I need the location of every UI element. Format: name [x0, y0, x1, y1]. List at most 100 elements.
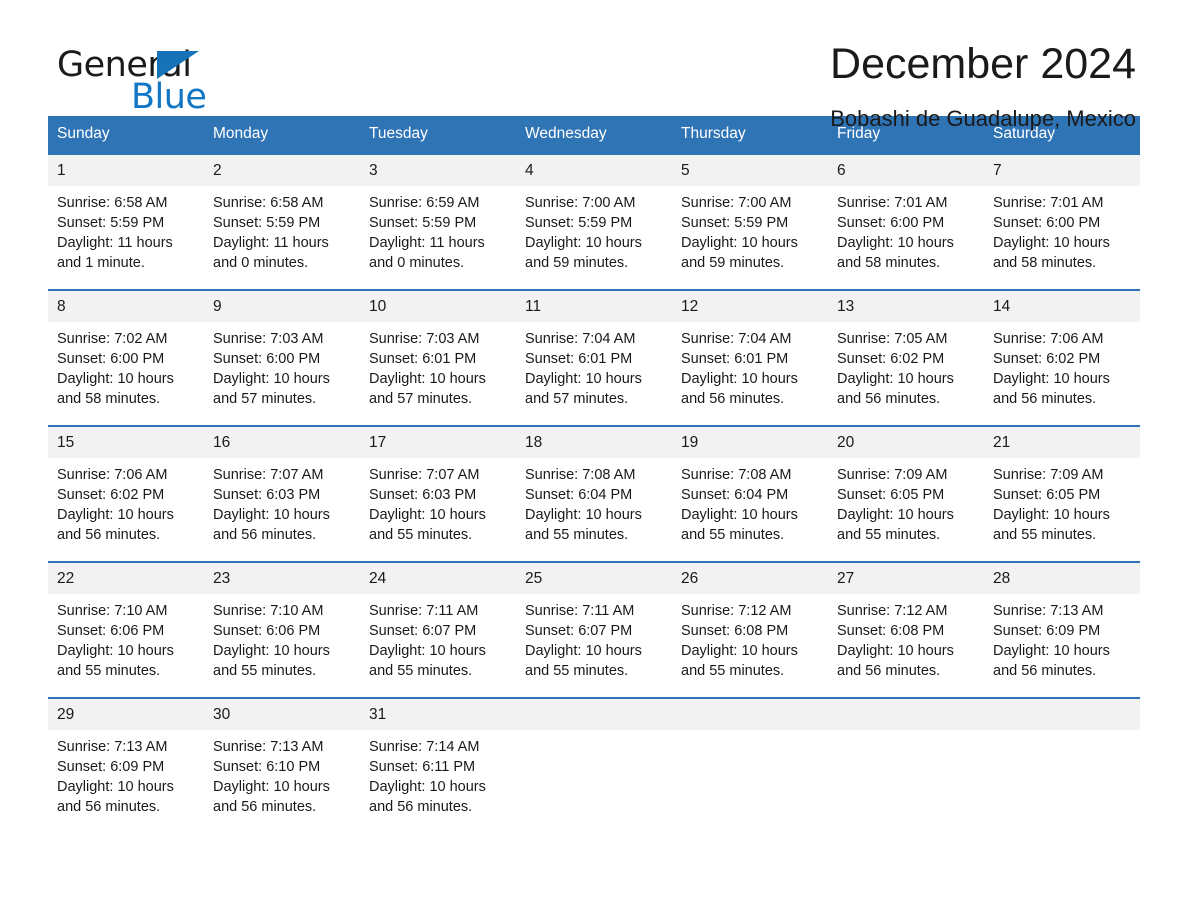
day-cell[interactable]: Sunrise: 7:08 AM Sunset: 6:04 PM Dayligh… [516, 458, 672, 561]
day-cell[interactable]: Sunrise: 7:14 AM Sunset: 6:11 PM Dayligh… [360, 730, 516, 833]
day-detail-text: Sunrise: 7:08 AM Sunset: 6:04 PM Dayligh… [525, 467, 642, 543]
day-number[interactable]: 21 [984, 427, 1140, 458]
day-cell[interactable]: Sunrise: 7:00 AM Sunset: 5:59 PM Dayligh… [516, 186, 672, 289]
calendar-page: General Blue December 2024 Bobashi de Gu… [0, 0, 1188, 918]
day-number[interactable]: 1 [48, 155, 204, 186]
day-cell[interactable]: Sunrise: 7:04 AM Sunset: 6:01 PM Dayligh… [516, 322, 672, 425]
day-number[interactable]: 6 [828, 155, 984, 186]
week-row: 1 2 3 4 5 6 7 Sunrise: 6:58 AM Sunset: 5… [48, 153, 1140, 289]
day-cell[interactable]: Sunrise: 7:07 AM Sunset: 6:03 PM Dayligh… [204, 458, 360, 561]
week-detail-row: Sunrise: 7:13 AM Sunset: 6:09 PM Dayligh… [48, 730, 1140, 833]
day-detail-text: Sunrise: 6:58 AM Sunset: 5:59 PM Dayligh… [57, 195, 173, 271]
day-cell[interactable]: Sunrise: 7:07 AM Sunset: 6:03 PM Dayligh… [360, 458, 516, 561]
day-cell[interactable]: Sunrise: 7:04 AM Sunset: 6:01 PM Dayligh… [672, 322, 828, 425]
week-detail-row: Sunrise: 6:58 AM Sunset: 5:59 PM Dayligh… [48, 186, 1140, 289]
day-cell[interactable]: Sunrise: 7:12 AM Sunset: 6:08 PM Dayligh… [672, 594, 828, 697]
day-cell[interactable]: Sunrise: 7:11 AM Sunset: 6:07 PM Dayligh… [516, 594, 672, 697]
day-cell[interactable]: Sunrise: 7:05 AM Sunset: 6:02 PM Dayligh… [828, 322, 984, 425]
day-detail-text: Sunrise: 7:02 AM Sunset: 6:00 PM Dayligh… [57, 331, 174, 407]
day-number[interactable]: 12 [672, 291, 828, 322]
day-number[interactable]: 9 [204, 291, 360, 322]
day-detail-text: Sunrise: 7:13 AM Sunset: 6:09 PM Dayligh… [993, 603, 1110, 679]
day-number[interactable]: 28 [984, 563, 1140, 594]
day-cell[interactable]: Sunrise: 7:13 AM Sunset: 6:09 PM Dayligh… [48, 730, 204, 833]
day-cell[interactable]: Sunrise: 7:06 AM Sunset: 6:02 PM Dayligh… [48, 458, 204, 561]
day-cell[interactable]: Sunrise: 7:01 AM Sunset: 6:00 PM Dayligh… [984, 186, 1140, 289]
day-number[interactable]: 26 [672, 563, 828, 594]
day-detail-text: Sunrise: 7:11 AM Sunset: 6:07 PM Dayligh… [369, 603, 486, 679]
calendar-grid: Sunday Monday Tuesday Wednesday Thursday… [48, 116, 1140, 833]
blue-triangle-icon [157, 51, 199, 79]
day-cell[interactable]: Sunrise: 7:13 AM Sunset: 6:09 PM Dayligh… [984, 594, 1140, 697]
page-header: General Blue December 2024 Bobashi de Gu… [48, 0, 1140, 131]
day-cell[interactable]: Sunrise: 7:00 AM Sunset: 5:59 PM Dayligh… [672, 186, 828, 289]
day-detail-text: Sunrise: 7:09 AM Sunset: 6:05 PM Dayligh… [993, 467, 1110, 543]
general-blue-logo[interactable]: General Blue [57, 46, 377, 124]
day-cell[interactable]: Sunrise: 7:09 AM Sunset: 6:05 PM Dayligh… [984, 458, 1140, 561]
day-number[interactable]: 7 [984, 155, 1140, 186]
week-detail-row: Sunrise: 7:02 AM Sunset: 6:00 PM Dayligh… [48, 322, 1140, 425]
day-cell-empty [516, 730, 672, 833]
day-number[interactable]: 23 [204, 563, 360, 594]
day-number[interactable]: 13 [828, 291, 984, 322]
day-detail-text: Sunrise: 7:01 AM Sunset: 6:00 PM Dayligh… [993, 195, 1110, 271]
day-cell[interactable]: Sunrise: 6:58 AM Sunset: 5:59 PM Dayligh… [204, 186, 360, 289]
day-cell[interactable]: Sunrise: 7:13 AM Sunset: 6:10 PM Dayligh… [204, 730, 360, 833]
day-detail-text: Sunrise: 7:04 AM Sunset: 6:01 PM Dayligh… [525, 331, 642, 407]
day-detail-text: Sunrise: 7:11 AM Sunset: 6:07 PM Dayligh… [525, 603, 642, 679]
day-number[interactable]: 8 [48, 291, 204, 322]
day-detail-text: Sunrise: 7:07 AM Sunset: 6:03 PM Dayligh… [369, 467, 486, 543]
day-cell-empty [828, 730, 984, 833]
day-number[interactable]: 22 [48, 563, 204, 594]
day-cell[interactable]: Sunrise: 7:03 AM Sunset: 6:01 PM Dayligh… [360, 322, 516, 425]
day-number[interactable]: 18 [516, 427, 672, 458]
day-number[interactable]: 11 [516, 291, 672, 322]
day-cell[interactable]: Sunrise: 6:59 AM Sunset: 5:59 PM Dayligh… [360, 186, 516, 289]
day-detail-text: Sunrise: 7:12 AM Sunset: 6:08 PM Dayligh… [837, 603, 954, 679]
day-number[interactable]: 25 [516, 563, 672, 594]
day-number[interactable]: 31 [360, 699, 516, 730]
day-cell[interactable]: Sunrise: 7:03 AM Sunset: 6:00 PM Dayligh… [204, 322, 360, 425]
day-number[interactable]: 10 [360, 291, 516, 322]
week-row: 22 23 24 25 26 27 28 Sunrise: 7:10 AM Su… [48, 561, 1140, 697]
day-cell[interactable]: Sunrise: 7:12 AM Sunset: 6:08 PM Dayligh… [828, 594, 984, 697]
day-number[interactable]: 5 [672, 155, 828, 186]
day-cell[interactable]: Sunrise: 7:09 AM Sunset: 6:05 PM Dayligh… [828, 458, 984, 561]
day-detail-text: Sunrise: 7:10 AM Sunset: 6:06 PM Dayligh… [57, 603, 174, 679]
day-number[interactable]: 2 [204, 155, 360, 186]
day-detail-text: Sunrise: 7:12 AM Sunset: 6:08 PM Dayligh… [681, 603, 798, 679]
day-cell[interactable]: Sunrise: 7:08 AM Sunset: 6:04 PM Dayligh… [672, 458, 828, 561]
week-date-band: 15 16 17 18 19 20 21 [48, 427, 1140, 458]
day-cell[interactable]: Sunrise: 7:06 AM Sunset: 6:02 PM Dayligh… [984, 322, 1140, 425]
day-cell[interactable]: Sunrise: 7:10 AM Sunset: 6:06 PM Dayligh… [48, 594, 204, 697]
day-detail-text: Sunrise: 7:14 AM Sunset: 6:11 PM Dayligh… [369, 739, 486, 815]
day-number[interactable]: 30 [204, 699, 360, 730]
day-number[interactable]: 20 [828, 427, 984, 458]
day-detail-text: Sunrise: 7:05 AM Sunset: 6:02 PM Dayligh… [837, 331, 954, 407]
day-number[interactable]: 19 [672, 427, 828, 458]
day-number[interactable]: 4 [516, 155, 672, 186]
day-detail-text: Sunrise: 7:01 AM Sunset: 6:00 PM Dayligh… [837, 195, 954, 271]
day-detail-text: Sunrise: 7:06 AM Sunset: 6:02 PM Dayligh… [993, 331, 1110, 407]
day-cell[interactable]: Sunrise: 7:10 AM Sunset: 6:06 PM Dayligh… [204, 594, 360, 697]
week-date-band: 1 2 3 4 5 6 7 [48, 155, 1140, 186]
day-cell[interactable]: Sunrise: 7:11 AM Sunset: 6:07 PM Dayligh… [360, 594, 516, 697]
day-number[interactable]: 16 [204, 427, 360, 458]
day-number[interactable]: 14 [984, 291, 1140, 322]
day-cell[interactable]: Sunrise: 6:58 AM Sunset: 5:59 PM Dayligh… [48, 186, 204, 289]
day-number[interactable]: 27 [828, 563, 984, 594]
day-number[interactable]: 17 [360, 427, 516, 458]
week-date-band: 8 9 10 11 12 13 14 [48, 291, 1140, 322]
day-number[interactable]: 29 [48, 699, 204, 730]
day-detail-text: Sunrise: 7:03 AM Sunset: 6:00 PM Dayligh… [213, 331, 330, 407]
day-number[interactable]: 15 [48, 427, 204, 458]
day-detail-text: Sunrise: 7:07 AM Sunset: 6:03 PM Dayligh… [213, 467, 330, 543]
day-detail-text: Sunrise: 6:58 AM Sunset: 5:59 PM Dayligh… [213, 195, 329, 271]
day-detail-text: Sunrise: 7:13 AM Sunset: 6:09 PM Dayligh… [57, 739, 174, 815]
day-number-empty [672, 699, 828, 730]
week-date-band: 22 23 24 25 26 27 28 [48, 563, 1140, 594]
day-number[interactable]: 24 [360, 563, 516, 594]
day-cell[interactable]: Sunrise: 7:01 AM Sunset: 6:00 PM Dayligh… [828, 186, 984, 289]
day-cell[interactable]: Sunrise: 7:02 AM Sunset: 6:00 PM Dayligh… [48, 322, 204, 425]
day-number[interactable]: 3 [360, 155, 516, 186]
